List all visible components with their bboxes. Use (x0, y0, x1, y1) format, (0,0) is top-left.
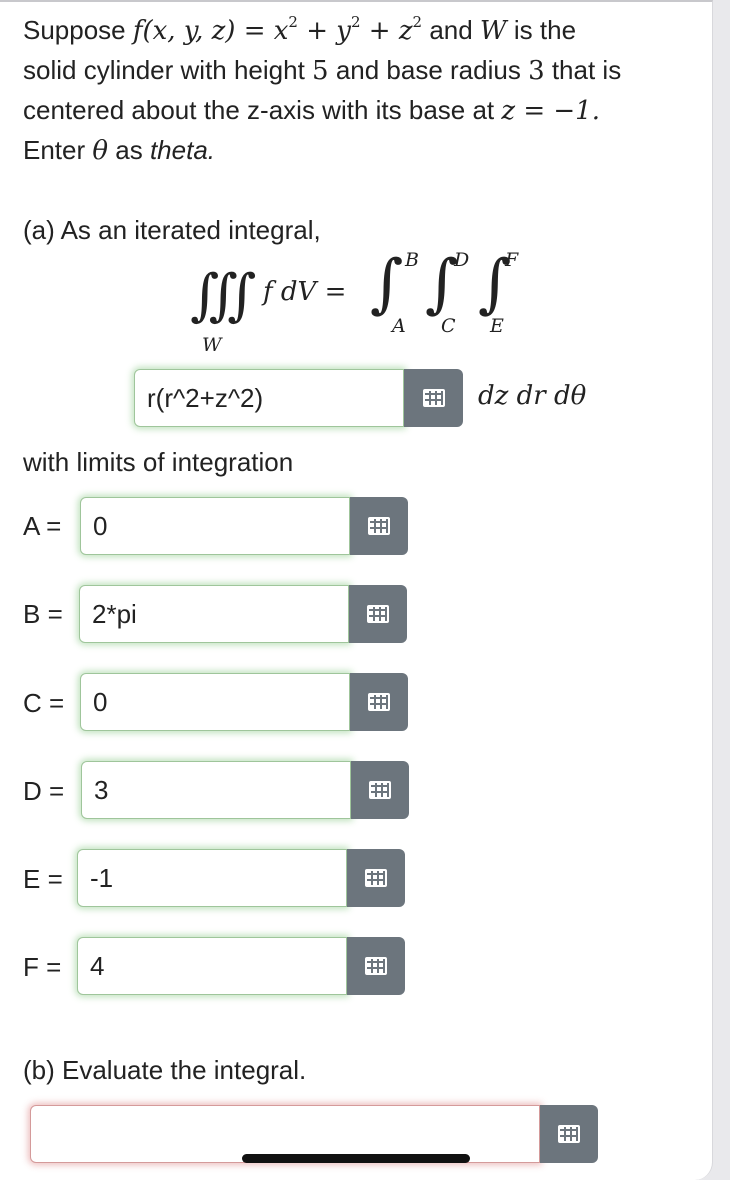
label-c: C = (23, 688, 65, 718)
limit-e-keyboard-button[interactable] (347, 849, 405, 907)
limit-b: B (405, 249, 419, 271)
label-e: E = (23, 864, 63, 894)
grid-keyboard-icon (368, 517, 390, 535)
integral-symbol-outer: ∫ (370, 247, 404, 321)
home-indicator[interactable] (242, 1154, 470, 1163)
limit-a: A (392, 315, 406, 337)
limit-d-input[interactable]: 3 (81, 761, 351, 819)
label-f: F = (23, 952, 62, 982)
differentials-label: dz dr dθ (478, 381, 587, 411)
limit-e: E (490, 315, 504, 337)
grid-keyboard-icon (369, 781, 391, 799)
label-d: D = (23, 776, 65, 806)
limit-b-input[interactable]: 2*pi (79, 585, 349, 643)
question-line-3: centered about the z-axis with its base … (23, 95, 600, 126)
grid-keyboard-icon (558, 1125, 580, 1143)
grid-keyboard-icon (365, 869, 387, 887)
limit-f-keyboard-button[interactable] (347, 937, 405, 995)
label-a: A = (23, 511, 62, 541)
question-line-2: solid cylinder with height 5 and base ra… (23, 55, 622, 86)
part-b-keyboard-button[interactable] (540, 1105, 598, 1163)
label-b: B = (23, 599, 63, 629)
question-line-1: Suppose f(x, y, z) = x2 + y2 + z2 and W … (23, 13, 577, 47)
limit-d-keyboard-button[interactable] (351, 761, 409, 819)
question-line-4: Enter θ as theta. (23, 135, 216, 166)
limit-c-keyboard-button[interactable] (350, 673, 408, 731)
grid-keyboard-icon (422, 389, 445, 407)
integrand-keyboard-button[interactable] (404, 369, 463, 427)
part-a-heading: (a) As an iterated integral, (23, 215, 321, 245)
grid-keyboard-icon (365, 957, 387, 975)
part-b-heading: (b) Evaluate the integral. (23, 1055, 307, 1085)
limit-e-input[interactable]: -1 (77, 849, 347, 907)
f-dv-label: f dV = (263, 277, 347, 307)
integrand-input[interactable]: r(r^2+z^2) (134, 369, 404, 427)
question-card: Suppose f(x, y, z) = x2 + y2 + z2 and W … (0, 0, 713, 1180)
region-w: W (202, 334, 222, 356)
limit-f-input[interactable]: 4 (77, 937, 347, 995)
limits-heading: with limits of integration (23, 447, 294, 477)
limit-a-input[interactable]: 0 (80, 497, 350, 555)
limit-c: C (441, 315, 456, 337)
limit-b-keyboard-button[interactable] (349, 585, 407, 643)
limit-d: D (454, 249, 470, 271)
grid-keyboard-icon (367, 605, 389, 623)
limit-f: F (505, 249, 519, 271)
grid-keyboard-icon (368, 693, 390, 711)
triple-integral-symbol: ∭ (190, 263, 256, 328)
limit-c-input[interactable]: 0 (80, 673, 350, 731)
limit-a-keyboard-button[interactable] (350, 497, 408, 555)
